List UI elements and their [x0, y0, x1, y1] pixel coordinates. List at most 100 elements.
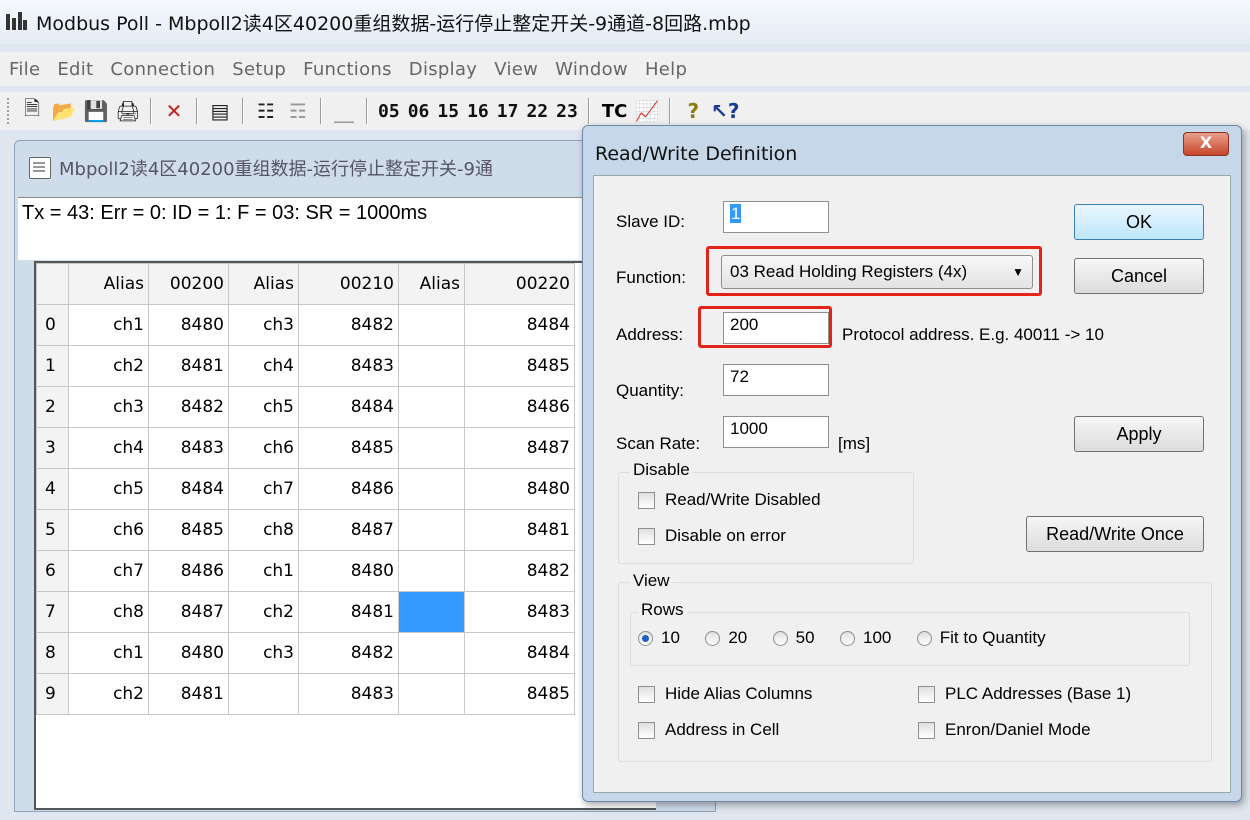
- register-value-cell[interactable]: 8487: [298, 509, 399, 551]
- menu-functions[interactable]: Functions: [294, 59, 400, 80]
- rows-20-radio[interactable]: 20: [705, 628, 747, 648]
- row-header[interactable]: 0: [36, 304, 69, 346]
- function-15-button[interactable]: 15: [437, 101, 459, 122]
- register-value-cell[interactable]: 8486: [148, 550, 229, 592]
- row-header[interactable]: 9: [36, 673, 69, 715]
- register-value-cell[interactable]: 8480: [298, 550, 399, 592]
- alias-cell[interactable]: ch1: [68, 304, 149, 346]
- alias-cell[interactable]: ch3: [68, 386, 149, 428]
- register-value-cell[interactable]: 8480: [148, 304, 229, 346]
- alias-cell[interactable]: ch6: [228, 427, 299, 469]
- rows-10-radio[interactable]: 10: [638, 628, 680, 648]
- scan-rate-field[interactable]: 1000: [723, 416, 829, 448]
- function-23-button[interactable]: 23: [556, 101, 578, 122]
- delete-icon[interactable]: ✕: [161, 98, 187, 124]
- alias-cell[interactable]: ch1: [228, 550, 299, 592]
- alias-cell[interactable]: ch7: [228, 468, 299, 510]
- register-value-cell[interactable]: 8482: [298, 632, 399, 674]
- register-value-cell[interactable]: 8484: [464, 632, 575, 674]
- column-header[interactable]: Alias: [68, 263, 149, 305]
- register-value-cell[interactable]: 8482: [298, 304, 399, 346]
- menu-edit[interactable]: Edit: [48, 59, 101, 80]
- row-header[interactable]: 6: [36, 550, 69, 592]
- alias-cell[interactable]: [398, 386, 465, 428]
- column-header[interactable]: 00220: [464, 263, 575, 305]
- close-button[interactable]: X: [1183, 132, 1229, 156]
- register-value-cell[interactable]: 8485: [148, 509, 229, 551]
- context-help-icon[interactable]: ↖?: [711, 98, 739, 124]
- menu-file[interactable]: File: [0, 59, 48, 80]
- alias-cell[interactable]: ch5: [228, 386, 299, 428]
- chart-icon[interactable]: 📈: [634, 98, 660, 124]
- register-value-cell[interactable]: 8486: [298, 468, 399, 510]
- register-value-cell[interactable]: 8485: [298, 427, 399, 469]
- register-value-cell[interactable]: 8487: [464, 427, 575, 469]
- hide-alias-columns-checkbox[interactable]: Hide Alias Columns: [638, 684, 812, 704]
- column-header[interactable]: 00210: [298, 263, 399, 305]
- register-value-cell[interactable]: 8482: [464, 550, 575, 592]
- menu-setup[interactable]: Setup: [223, 59, 294, 80]
- function-22-button[interactable]: 22: [526, 101, 548, 122]
- read-write-once-button[interactable]: Read/Write Once: [1026, 516, 1204, 552]
- register-value-cell[interactable]: 8484: [298, 386, 399, 428]
- alias-cell[interactable]: ch2: [228, 591, 299, 633]
- alias-cell[interactable]: ch2: [68, 673, 149, 715]
- read-write-disabled-checkbox[interactable]: Read/Write Disabled: [638, 490, 821, 510]
- register-value-cell[interactable]: 8484: [464, 304, 575, 346]
- menu-connection[interactable]: Connection: [101, 59, 223, 80]
- plc-addresses-checkbox[interactable]: PLC Addresses (Base 1): [918, 684, 1131, 704]
- rows-fit-to-quantity-radio[interactable]: Fit to Quantity: [916, 628, 1046, 648]
- row-header[interactable]: 3: [36, 427, 69, 469]
- cancel-button[interactable]: Cancel: [1074, 258, 1204, 294]
- traffic-communication-button[interactable]: TC: [602, 101, 628, 122]
- disable-on-error-checkbox[interactable]: Disable on error: [638, 526, 786, 546]
- ok-button[interactable]: OK: [1074, 204, 1204, 240]
- save-icon[interactable]: 💾: [83, 98, 109, 124]
- alias-cell[interactable]: [398, 304, 465, 346]
- alias-cell[interactable]: ch6: [68, 509, 149, 551]
- register-value-cell[interactable]: 8481: [464, 509, 575, 551]
- row-header[interactable]: 7: [36, 591, 69, 633]
- alias-cell[interactable]: [398, 550, 465, 592]
- menu-display[interactable]: Display: [400, 59, 485, 80]
- alias-cell[interactable]: [398, 632, 465, 674]
- alias-cell[interactable]: [398, 427, 465, 469]
- new-file-icon[interactable]: 🗎: [19, 96, 45, 124]
- menu-help[interactable]: Help: [636, 59, 695, 80]
- alias-cell[interactable]: [398, 509, 465, 551]
- register-value-cell[interactable]: 8484: [148, 468, 229, 510]
- alias-cell[interactable]: [398, 345, 465, 387]
- menu-view[interactable]: View: [485, 59, 546, 80]
- alias-cell[interactable]: [228, 673, 299, 715]
- register-value-cell[interactable]: 8486: [464, 386, 575, 428]
- address-in-cell-checkbox[interactable]: Address in Cell: [638, 720, 779, 740]
- alias-cell[interactable]: [398, 468, 465, 510]
- alias-cell[interactable]: ch4: [68, 427, 149, 469]
- register-value-cell[interactable]: 8485: [464, 345, 575, 387]
- register-value-cell[interactable]: 8483: [298, 345, 399, 387]
- alias-cell[interactable]: ch8: [68, 591, 149, 633]
- window-icon[interactable]: ▤: [207, 98, 233, 124]
- rows-100-radio[interactable]: 100: [839, 628, 891, 648]
- function-05-button[interactable]: 05: [378, 101, 400, 122]
- alias-cell[interactable]: [398, 591, 465, 633]
- single-read-icon[interactable]: ⎽: [331, 98, 357, 124]
- register-value-cell[interactable]: 8481: [298, 591, 399, 633]
- function-17-button[interactable]: 17: [497, 101, 519, 122]
- alias-cell[interactable]: ch2: [68, 345, 149, 387]
- column-header[interactable]: Alias: [398, 263, 465, 305]
- toolbar-grip[interactable]: [6, 97, 10, 125]
- alias-cell[interactable]: ch3: [228, 304, 299, 346]
- alias-cell[interactable]: ch5: [68, 468, 149, 510]
- column-header[interactable]: Alias: [228, 263, 299, 305]
- register-value-cell[interactable]: 8482: [148, 386, 229, 428]
- function-16-button[interactable]: 16: [467, 101, 489, 122]
- alias-cell[interactable]: ch1: [68, 632, 149, 674]
- alias-cell[interactable]: ch8: [228, 509, 299, 551]
- register-value-cell[interactable]: 8480: [464, 468, 575, 510]
- rows-50-radio[interactable]: 50: [772, 628, 815, 648]
- connect-icon[interactable]: ☷: [253, 98, 279, 124]
- alias-cell[interactable]: ch3: [228, 632, 299, 674]
- column-header[interactable]: 00200: [148, 263, 229, 305]
- alias-cell[interactable]: [398, 673, 465, 715]
